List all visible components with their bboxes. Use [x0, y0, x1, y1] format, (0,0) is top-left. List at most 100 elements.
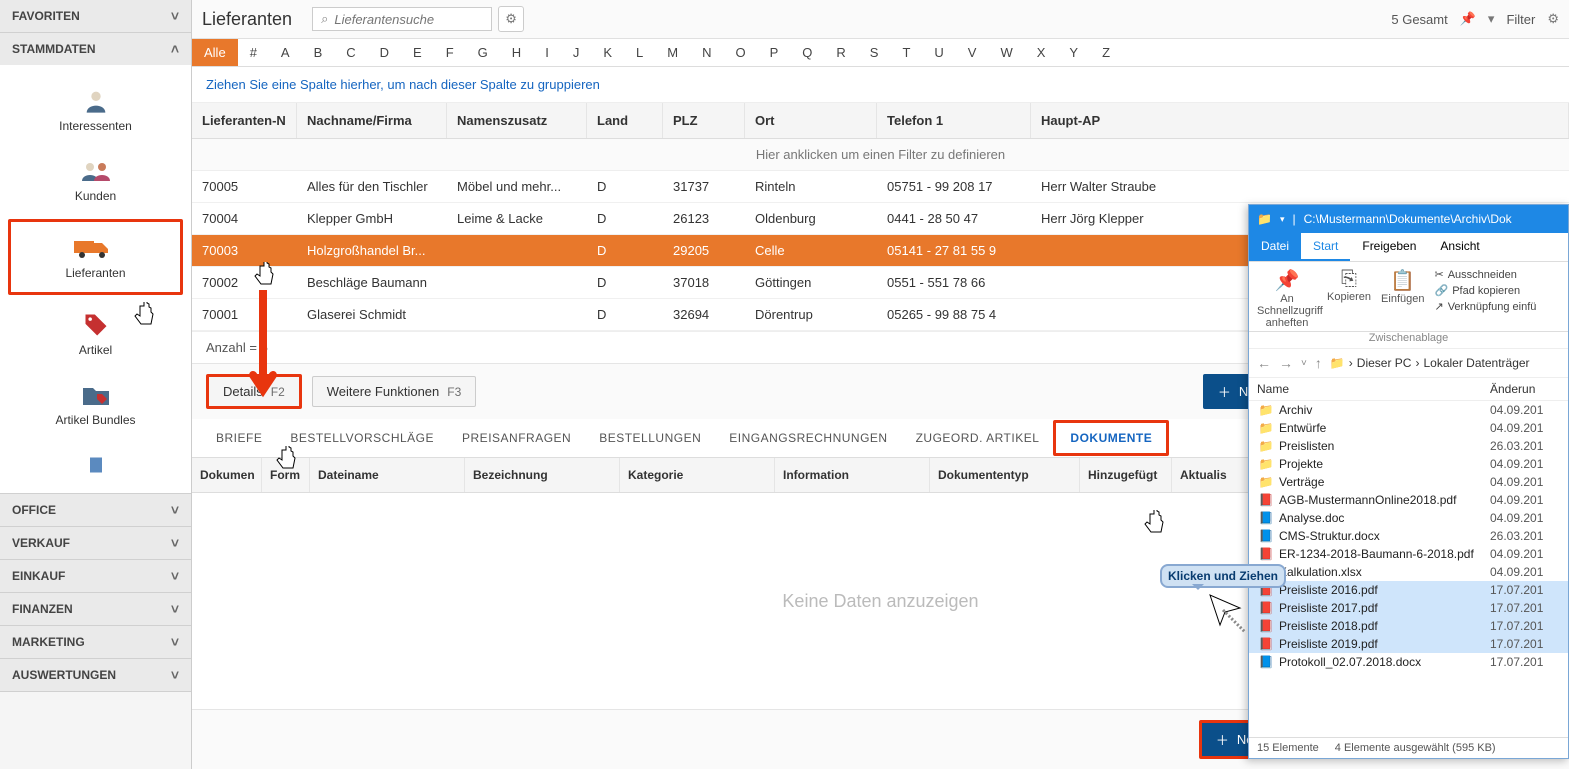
file-item[interactable]: 📕Preisliste 2016.pdf17.07.201: [1249, 581, 1568, 599]
ribbon-copy-button[interactable]: ⎘Kopieren: [1327, 268, 1371, 329]
nav-section-stammdaten[interactable]: STAMMDATEN ˄: [0, 33, 191, 65]
file-item[interactable]: 📘Analyse.doc04.09.201: [1249, 509, 1568, 527]
doc-col-information[interactable]: Information: [775, 458, 930, 492]
tab-bestellvorschl-ge[interactable]: BESTELLVORSCHLÄGE: [276, 419, 448, 457]
breadcrumb-item[interactable]: Lokaler Datenträger: [1423, 356, 1529, 370]
file-item[interactable]: 📁Projekte04.09.201: [1249, 455, 1568, 473]
file-item[interactable]: 📁Verträge04.09.201: [1249, 473, 1568, 491]
nav-section-office[interactable]: OFFICE˅: [0, 494, 191, 526]
doc-col-dateiname[interactable]: Dateiname: [310, 458, 465, 492]
doc-col-bezeichnung[interactable]: Bezeichnung: [465, 458, 620, 492]
col-haupt-ap[interactable]: Haupt-AP: [1031, 103, 1569, 138]
doc-col-kategorie[interactable]: Kategorie: [620, 458, 775, 492]
alpha-char[interactable]: F: [434, 39, 466, 66]
alpha-char[interactable]: X: [1025, 39, 1058, 66]
sidebar-item-artikel[interactable]: Artikel: [0, 299, 191, 369]
more-functions-button[interactable]: Weitere FunktionenF3: [312, 376, 477, 407]
alpha-char[interactable]: K: [591, 39, 624, 66]
alpha-char[interactable]: L: [624, 39, 655, 66]
alpha-char[interactable]: Q: [790, 39, 824, 66]
file-item[interactable]: 📕Preisliste 2019.pdf17.07.201: [1249, 635, 1568, 653]
ribbon-pin-button[interactable]: 📌An Schnellzugriff anheften: [1257, 268, 1317, 329]
col-namenszusatz[interactable]: Namenszusatz: [447, 103, 587, 138]
ribbon-tab-freigeben[interactable]: Freigeben: [1350, 233, 1428, 261]
nav-section-marketing[interactable]: MARKETING˅: [0, 626, 191, 658]
alpha-char[interactable]: O: [723, 39, 757, 66]
alpha-char[interactable]: R: [824, 39, 857, 66]
alpha-char[interactable]: E: [401, 39, 434, 66]
ribbon-tab-start[interactable]: Start: [1301, 233, 1350, 261]
file-item[interactable]: 📗Kalkulation.xlsx04.09.201: [1249, 563, 1568, 581]
pin-icon[interactable]: 📌: [1460, 11, 1476, 27]
col-telefon[interactable]: Telefon 1: [877, 103, 1031, 138]
nav-section-finanzen[interactable]: FINANZEN˅: [0, 593, 191, 625]
alpha-char[interactable]: D: [368, 39, 401, 66]
sidebar-item-artikel-bundles[interactable]: Artikel Bundles: [0, 369, 191, 439]
tab-zugeord-artikel[interactable]: ZUGEORD. ARTIKEL: [902, 419, 1054, 457]
col-plz[interactable]: PLZ: [663, 103, 745, 138]
alpha-char[interactable]: C: [334, 39, 367, 66]
tab-briefe[interactable]: BRIEFE: [202, 419, 276, 457]
alpha-char[interactable]: Z: [1090, 39, 1122, 66]
tab-dokumente[interactable]: DOKUMENTE: [1053, 420, 1169, 456]
breadcrumb[interactable]: 📁 › Dieser PC › Lokaler Datenträger: [1330, 356, 1530, 370]
details-button[interactable]: DetailsF2: [206, 374, 302, 409]
alpha-char[interactable]: P: [758, 39, 791, 66]
search-input-wrapper[interactable]: ⌕: [312, 7, 492, 31]
group-hint[interactable]: Ziehen Sie eine Spalte hierher, um nach …: [192, 67, 1569, 103]
col-land[interactable]: Land: [587, 103, 663, 138]
alpha-char[interactable]: V: [956, 39, 989, 66]
file-item[interactable]: 📕Preisliste 2017.pdf17.07.201: [1249, 599, 1568, 617]
ribbon-copy-path-button[interactable]: 🔗Pfad kopieren: [1434, 284, 1536, 297]
grid-filter-hint[interactable]: Hier anklicken um einen Filter zu defini…: [192, 139, 1569, 171]
sidebar-item-lieferanten[interactable]: Lieferanten: [8, 219, 183, 295]
file-item[interactable]: 📘CMS-Struktur.docx26.03.201: [1249, 527, 1568, 545]
doc-col-dokumen[interactable]: Dokumen: [192, 458, 262, 492]
alpha-char[interactable]: #: [238, 39, 269, 66]
col-nachname[interactable]: Nachname/Firma: [297, 103, 447, 138]
alpha-char[interactable]: W: [988, 39, 1024, 66]
col-ort[interactable]: Ort: [745, 103, 877, 138]
nav-back-icon[interactable]: ←: [1257, 355, 1271, 371]
alpha-char[interactable]: I: [533, 39, 561, 66]
col-date[interactable]: Änderun: [1490, 382, 1560, 396]
ribbon-cut-button[interactable]: ✂Ausschneiden: [1434, 268, 1536, 281]
file-item[interactable]: 📁Preislisten26.03.201: [1249, 437, 1568, 455]
alpha-char[interactable]: S: [858, 39, 891, 66]
tab-bestellungen[interactable]: BESTELLUNGEN: [585, 419, 715, 457]
ribbon-shortcut-button[interactable]: ↗Verknüpfung einfü: [1434, 300, 1536, 313]
alpha-char[interactable]: T: [890, 39, 922, 66]
ribbon-paste-button[interactable]: 📋Einfügen: [1381, 268, 1424, 329]
col-lieferanten-nr[interactable]: Lieferanten-N: [192, 103, 297, 138]
search-input[interactable]: [334, 12, 454, 27]
nav-section-verkauf[interactable]: VERKAUF˅: [0, 527, 191, 559]
alpha-char[interactable]: M: [655, 39, 690, 66]
file-item[interactable]: 📁Archiv04.09.201: [1249, 401, 1568, 419]
ribbon-tab-datei[interactable]: Datei: [1249, 233, 1301, 261]
nav-up-icon[interactable]: ↑: [1315, 355, 1322, 371]
alpha-char[interactable]: H: [500, 39, 533, 66]
doc-col-form[interactable]: Form: [262, 458, 310, 492]
file-item[interactable]: 📕ER-1234-2018-Baumann-6-2018.pdf04.09.20…: [1249, 545, 1568, 563]
search-settings-button[interactable]: ⚙: [498, 6, 524, 32]
filter-dropdown-icon[interactable]: ▾: [1488, 11, 1495, 27]
doc-col-dokumententyp[interactable]: Dokumententyp: [930, 458, 1080, 492]
doc-col-hinzugefuegt[interactable]: Hinzugefügt: [1080, 458, 1172, 492]
alpha-char[interactable]: G: [466, 39, 500, 66]
col-name[interactable]: Name: [1257, 382, 1490, 396]
alpha-char[interactable]: J: [561, 39, 592, 66]
file-item[interactable]: 📕AGB-MustermannOnline2018.pdf04.09.201: [1249, 491, 1568, 509]
alpha-char[interactable]: Y: [1057, 39, 1090, 66]
nav-section-favoriten[interactable]: FAVORITEN ˅: [0, 0, 191, 32]
nav-section-auswertungen[interactable]: AUSWERTUNGEN˅: [0, 659, 191, 691]
ribbon-tab-ansicht[interactable]: Ansicht: [1428, 233, 1491, 261]
nav-forward-icon[interactable]: →: [1279, 355, 1293, 371]
sidebar-item-kunden[interactable]: Kunden: [0, 145, 191, 215]
filter-label[interactable]: Filter: [1506, 12, 1535, 27]
file-item[interactable]: 📁Entwürfe04.09.201: [1249, 419, 1568, 437]
tab-preisanfragen[interactable]: PREISANFRAGEN: [448, 419, 585, 457]
breadcrumb-item[interactable]: Dieser PC: [1357, 356, 1412, 370]
filter-settings-icon[interactable]: ⚙: [1547, 11, 1559, 27]
alpha-all[interactable]: Alle: [192, 39, 238, 66]
tab-eingangsrechnungen[interactable]: EINGANGSRECHNUNGEN: [715, 419, 901, 457]
